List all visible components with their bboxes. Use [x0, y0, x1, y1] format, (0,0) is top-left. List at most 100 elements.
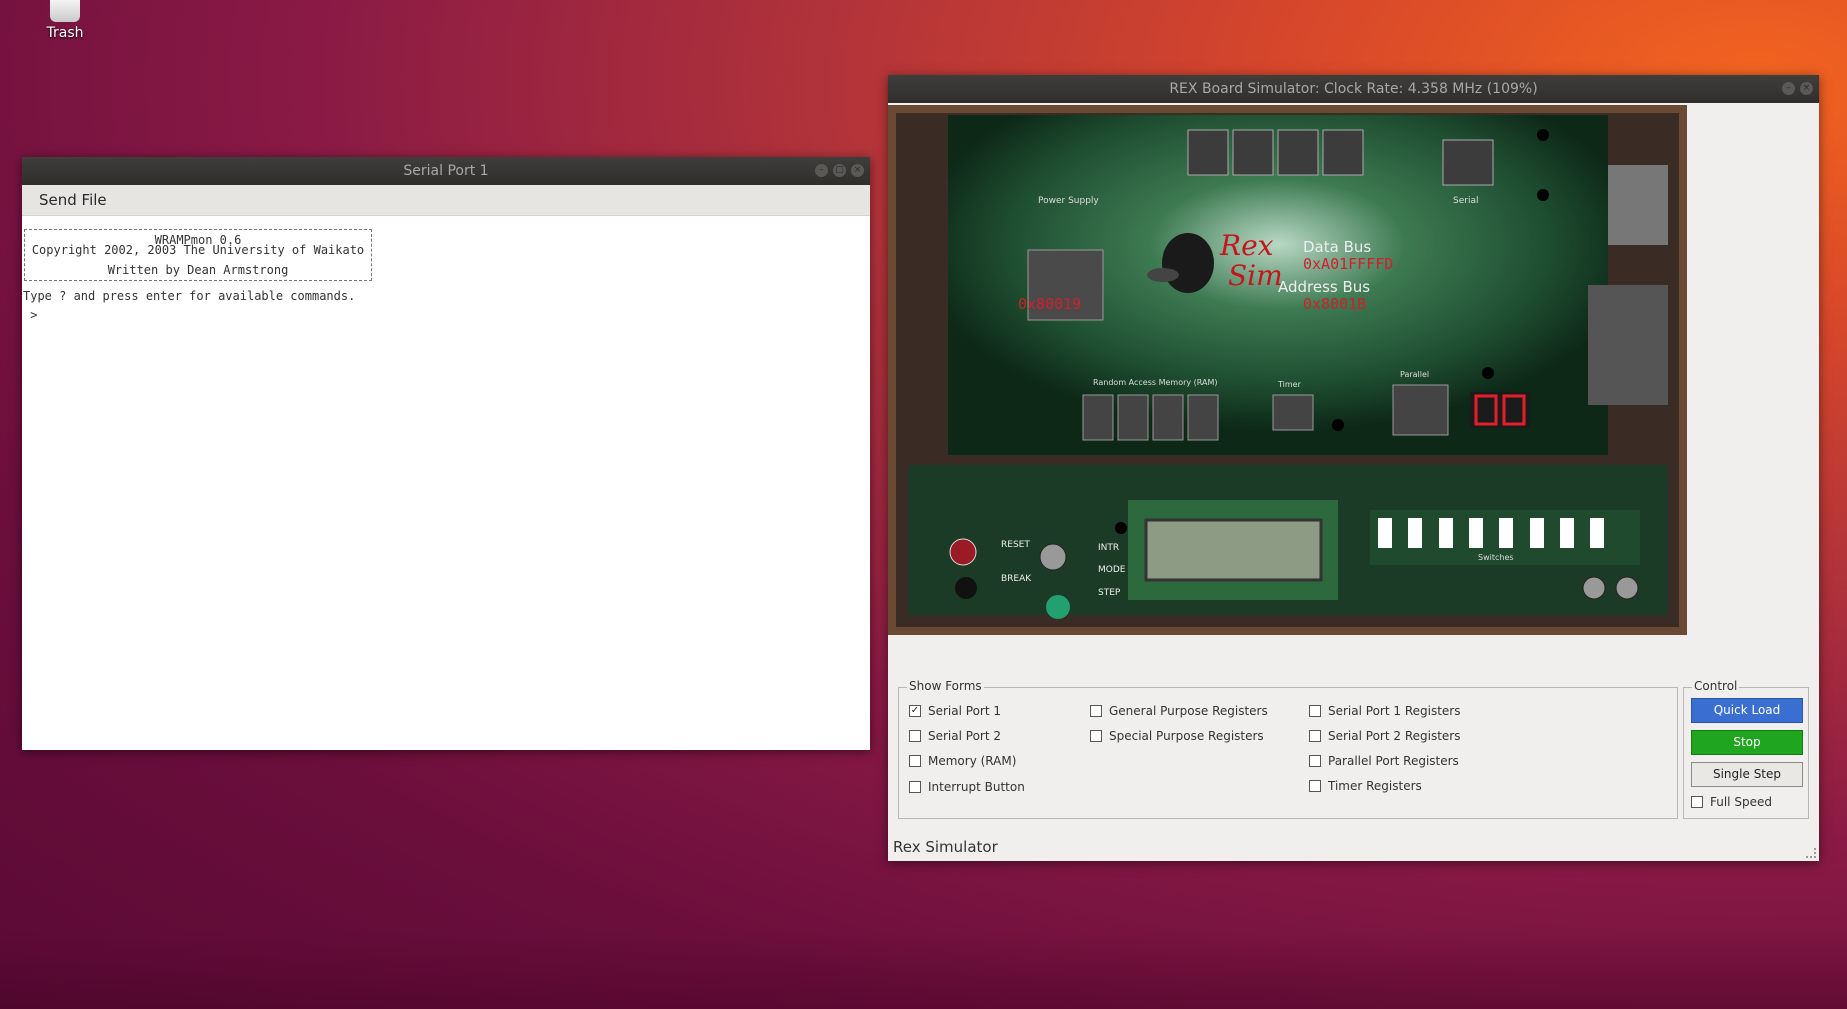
- dip-switch[interactable]: [1499, 518, 1513, 548]
- checkbox-box[interactable]: [1309, 755, 1321, 767]
- checkbox-serial-port-2[interactable]: Serial Port 2: [909, 729, 1001, 743]
- dip-switch[interactable]: [1590, 518, 1604, 548]
- timer-chip: [1272, 394, 1314, 431]
- terminal-line: Type ? and press enter for available com…: [23, 289, 356, 303]
- trash-icon: [50, 0, 80, 22]
- chip: [1232, 129, 1274, 176]
- address-bus-value: 0x8001B: [1303, 295, 1366, 313]
- checkbox-label: Interrupt Button: [928, 780, 1025, 794]
- checkbox-interrupt-button[interactable]: Interrupt Button: [909, 780, 1025, 794]
- db-connector: [1608, 165, 1668, 245]
- maximize-icon[interactable]: □: [833, 164, 846, 177]
- chip: [1442, 139, 1494, 186]
- checkbox-label: Parallel Port Registers: [1328, 754, 1459, 768]
- ram-chip: [1082, 394, 1114, 441]
- label-parallel: Parallel: [1400, 370, 1429, 379]
- label-intr: INTR: [1098, 543, 1119, 553]
- checkbox-special-purpose-registers[interactable]: Special Purpose Registers: [1090, 729, 1264, 743]
- checkbox-box[interactable]: [1691, 796, 1703, 808]
- label-serial: Serial: [1453, 196, 1478, 206]
- dip-switch[interactable]: [1530, 518, 1544, 548]
- checkbox-box[interactable]: [1090, 730, 1102, 742]
- checkbox-label: Serial Port 2: [928, 729, 1002, 743]
- stop-button[interactable]: Stop: [1691, 730, 1803, 755]
- checkbox-box[interactable]: [909, 755, 921, 767]
- checkbox-label: Special Purpose Registers: [1109, 729, 1264, 743]
- push-button-right[interactable]: [1615, 576, 1639, 600]
- duck-logo: [1162, 233, 1214, 293]
- interrupt-button[interactable]: [1039, 543, 1067, 571]
- checkbox-box[interactable]: [909, 781, 921, 793]
- trash-desktop-icon[interactable]: Trash: [40, 0, 90, 41]
- trash-label: Trash: [46, 25, 84, 41]
- single-step-button[interactable]: Single Step: [1691, 762, 1803, 787]
- checkbox-box[interactable]: [909, 730, 921, 742]
- checkbox-label: Serial Port 2 Registers: [1328, 729, 1461, 743]
- checkbox-timer-registers[interactable]: Timer Registers: [1309, 779, 1422, 793]
- rex-board-image: Power Supply Serial Random Access Memory…: [888, 105, 1687, 635]
- duck-beak: [1147, 268, 1179, 282]
- dip-switch[interactable]: [1439, 518, 1453, 548]
- checkbox-label: Serial Port 1 Registers: [1328, 704, 1461, 718]
- push-button-left[interactable]: [1582, 576, 1606, 600]
- dip-switch[interactable]: [1469, 518, 1483, 548]
- break-button[interactable]: [955, 577, 977, 599]
- dip-switch[interactable]: [1560, 518, 1574, 548]
- chip: [1187, 129, 1229, 176]
- send-file-menu[interactable]: Send File: [39, 185, 107, 215]
- show-forms-title: Show Forms: [907, 679, 984, 693]
- close-icon[interactable]: ×: [851, 164, 864, 177]
- checkbox-serial-port-1[interactable]: ✓ Serial Port 1: [909, 704, 1001, 718]
- checkbox-full-speed[interactable]: Full Speed: [1691, 795, 1772, 809]
- ram-chip: [1187, 394, 1219, 441]
- checkbox-serial-port-1-registers[interactable]: Serial Port 1 Registers: [1309, 704, 1460, 718]
- checkbox-box[interactable]: [1309, 705, 1321, 717]
- rex-controls-area: Show Forms ✓ Serial Port 1 Serial Port 2 …: [888, 635, 1819, 861]
- checkbox-label: Memory (RAM): [928, 754, 1017, 768]
- rex-titlebar[interactable]: REX Board Simulator: Clock Rate: 4.358 M…: [888, 75, 1819, 103]
- checkbox-box[interactable]: [1309, 780, 1321, 792]
- step-button[interactable]: [1046, 595, 1070, 619]
- checkbox-label: Full Speed: [1710, 795, 1772, 809]
- label-reset: RESET: [1001, 540, 1030, 550]
- ram-chip: [1117, 394, 1149, 441]
- checkbox-parallel-port-registers[interactable]: Parallel Port Registers: [1309, 754, 1459, 768]
- logo-rex: Rex: [1219, 229, 1274, 262]
- minimize-icon[interactable]: –: [815, 164, 828, 177]
- lcd-screen: [1144, 518, 1323, 582]
- rex-simulator-window: REX Board Simulator: Clock Rate: 4.358 M…: [888, 75, 1819, 861]
- label-ram: Random Access Memory (RAM): [1093, 378, 1218, 387]
- reset-button[interactable]: [949, 538, 977, 566]
- led-dot: [1537, 189, 1549, 201]
- checkbox-memory-ram[interactable]: Memory (RAM): [909, 754, 1016, 768]
- led-dot: [1537, 129, 1549, 141]
- dip-switch[interactable]: [1378, 518, 1392, 548]
- data-bus-label: Data Bus: [1303, 238, 1371, 256]
- checkbox-box[interactable]: [1090, 705, 1102, 717]
- db-connector: [1588, 285, 1668, 405]
- checkbox-box[interactable]: [1309, 730, 1321, 742]
- address-bus-label: Address Bus: [1278, 278, 1370, 296]
- checkbox-box[interactable]: ✓: [909, 705, 921, 717]
- status-bar: Rex Simulator: [893, 838, 998, 856]
- quick-load-button[interactable]: Quick Load: [1691, 698, 1803, 723]
- resize-grip-icon[interactable]: [1806, 848, 1816, 858]
- serial-port-titlebar[interactable]: Serial Port 1 – □ ×: [22, 157, 870, 185]
- checkbox-label: Timer Registers: [1328, 779, 1422, 793]
- checkbox-serial-port-2-registers[interactable]: Serial Port 2 Registers: [1309, 729, 1460, 743]
- dip-switch[interactable]: [1408, 518, 1422, 548]
- led-dot: [1115, 522, 1127, 534]
- chip: [1322, 129, 1364, 176]
- pc-value: 0x80019: [1018, 295, 1081, 313]
- close-icon[interactable]: ×: [1800, 82, 1813, 95]
- minimize-icon[interactable]: –: [1782, 82, 1795, 95]
- ram-chip: [1152, 394, 1184, 441]
- logo-sim: Sim: [1228, 259, 1283, 292]
- show-forms-group: Show Forms ✓ Serial Port 1 Serial Port 2 …: [898, 679, 1678, 819]
- led-dot: [1482, 367, 1494, 379]
- label-power: Power Supply: [1038, 196, 1099, 206]
- checkbox-general-purpose-registers[interactable]: General Purpose Registers: [1090, 704, 1268, 718]
- serial-terminal[interactable]: WRAMPmon 0.6 Copyright 2002, 2003 The Un…: [22, 216, 870, 750]
- serial-port-window: Serial Port 1 – □ × Send File WRAMPmon 0…: [22, 157, 870, 750]
- label-break: BREAK: [1001, 574, 1032, 584]
